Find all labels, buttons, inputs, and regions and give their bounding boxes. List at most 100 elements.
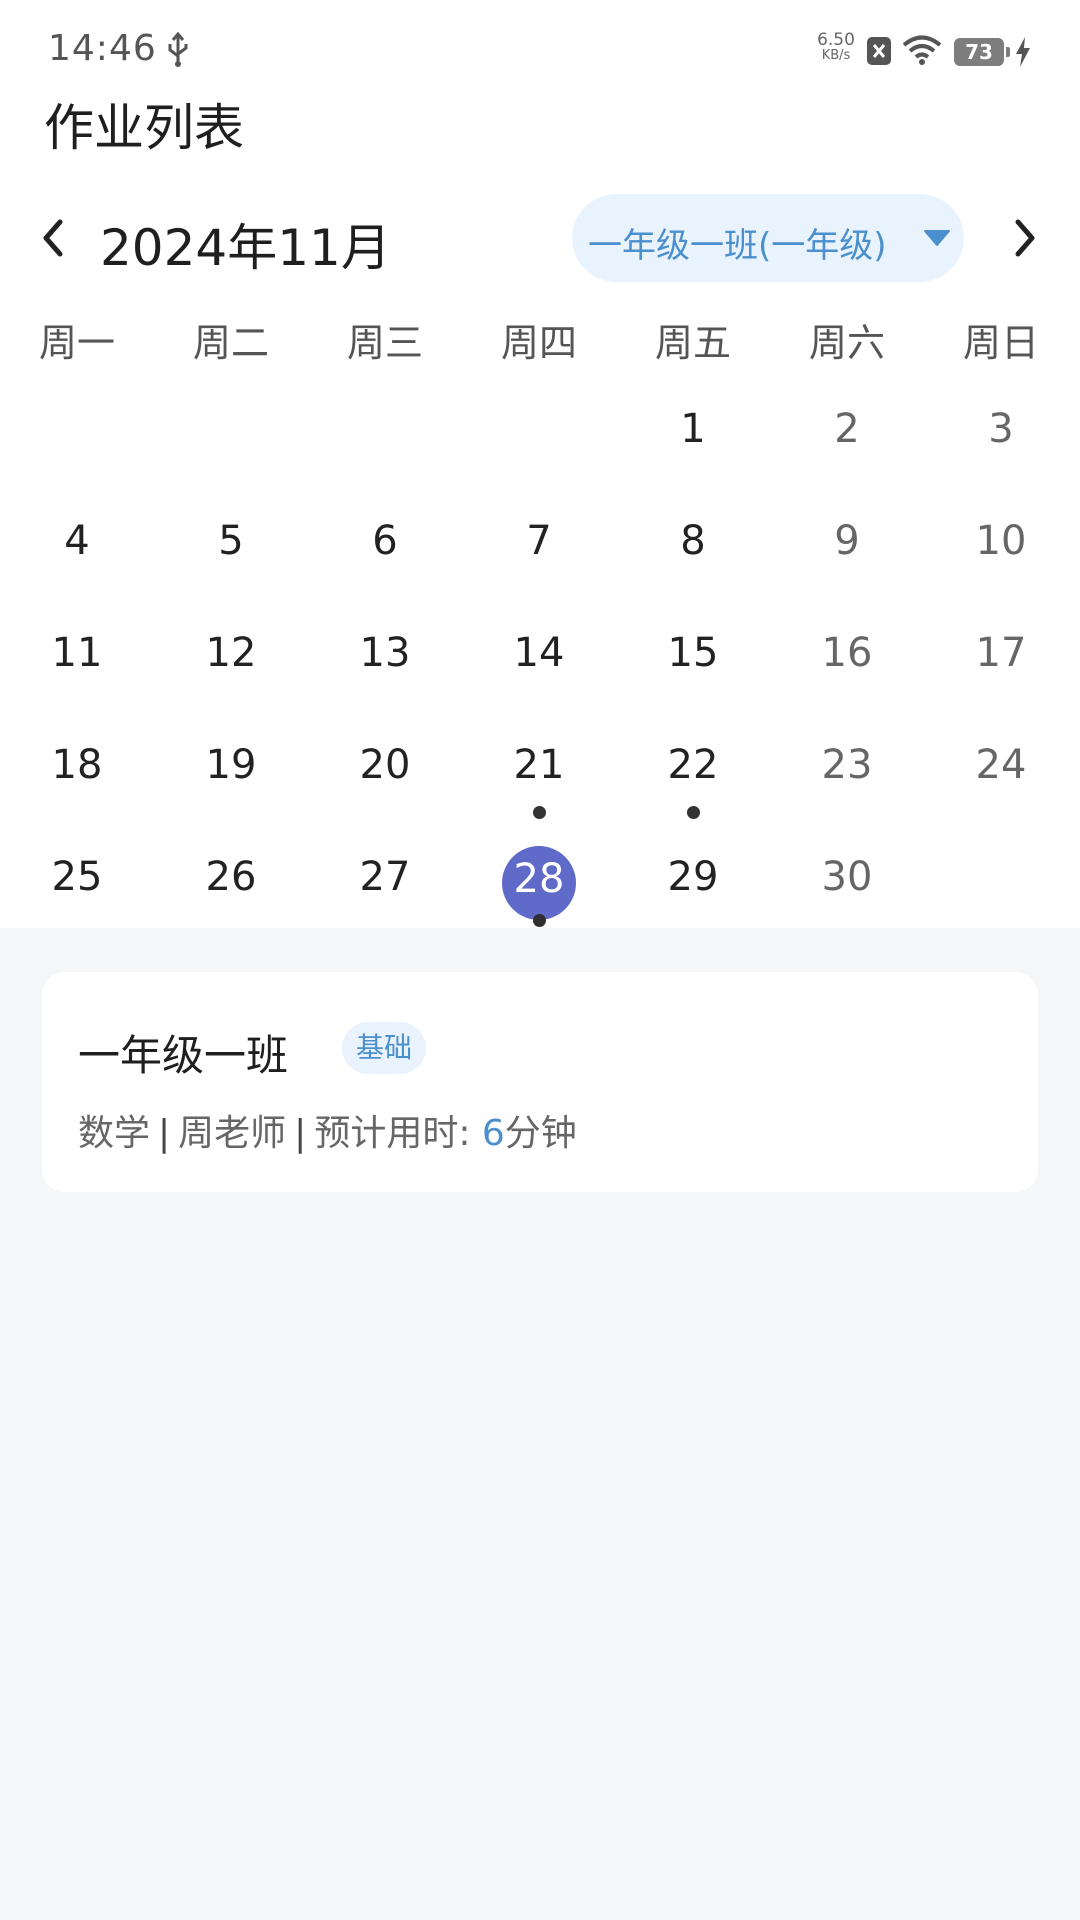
triangle-down-icon — [924, 230, 950, 246]
calendar-day-number: 30 — [821, 854, 873, 900]
calendar-day[interactable]: 19 — [154, 716, 308, 828]
sim-blocked-icon — [867, 37, 891, 65]
calendar-week-row: 18 19 20 21 22 23 24 — [0, 716, 1080, 828]
calendar-panel: 14:46 6.50 KB/s 73 作业列表 2024年11月 一年级一班(一… — [0, 0, 1080, 928]
homework-duration-value: 6 — [481, 1113, 505, 1154]
class-selector-label: 一年级一班(一年级) — [588, 226, 887, 266]
month-navigation: 2024年11月 一年级一班(一年级) — [0, 190, 1080, 286]
battery-level: 73 — [965, 40, 993, 64]
calendar-day[interactable]: 17 — [924, 604, 1078, 716]
homework-class-name: 一年级一班 — [78, 1031, 289, 1080]
calendar-day-number: 24 — [975, 742, 1027, 788]
calendar-day[interactable]: 7 — [462, 492, 616, 604]
calendar-day[interactable]: 5 — [154, 492, 308, 604]
calendar-day-number: 4 — [64, 518, 90, 564]
calendar-day[interactable]: 25 — [0, 828, 154, 940]
calendar-week-row: 1 2 3 — [0, 380, 1080, 492]
calendar-day-number: 16 — [821, 630, 873, 676]
homework-indicator-dot — [533, 806, 546, 819]
calendar-empty-cell — [924, 828, 1078, 940]
calendar-day[interactable]: 8 — [616, 492, 770, 604]
calendar-day-number: 2 — [834, 406, 860, 452]
calendar-day-number: 6 — [372, 518, 398, 564]
homework-duration-label: 预计用时: — [314, 1113, 482, 1154]
calendar-day[interactable]: 14 — [462, 604, 616, 716]
calendar-day[interactable]: 9 — [770, 492, 924, 604]
calendar-day[interactable]: 24 — [924, 716, 1078, 828]
homework-indicator-dot — [687, 806, 700, 819]
calendar-day-number: 22 — [667, 742, 719, 788]
calendar-day-number: 10 — [975, 518, 1027, 564]
charging-icon — [1016, 37, 1030, 67]
homework-teacher: 周老师 — [178, 1113, 287, 1154]
net-speed-value: 6.50 — [817, 30, 855, 50]
calendar-day[interactable]: 10 — [924, 492, 1078, 604]
calendar-day[interactable]: 3 — [924, 380, 1078, 492]
calendar-day[interactable]: 12 — [154, 604, 308, 716]
wifi-icon — [902, 35, 942, 65]
calendar-day[interactable]: 1 — [616, 380, 770, 492]
calendar-day-number: 20 — [359, 742, 411, 788]
homework-list-screen: 14:46 6.50 KB/s 73 作业列表 2024年11月 一年级一班(一… — [0, 0, 1080, 1920]
calendar-empty-cell — [308, 380, 462, 492]
homework-level-badge: 基础 — [342, 1022, 427, 1074]
weekday-label: 周一 — [38, 321, 115, 365]
weekday-label: 周三 — [346, 321, 423, 365]
calendar-day[interactable]: 20 — [308, 716, 462, 828]
calendar-day[interactable]: 27 — [308, 828, 462, 940]
calendar-day-number: 13 — [359, 630, 411, 676]
calendar-day[interactable]: 23 — [770, 716, 924, 828]
calendar-week-row: 4 5 6 7 8 9 10 — [0, 492, 1080, 604]
calendar-day-number: 18 — [51, 742, 103, 788]
calendar-day-number: 19 — [205, 742, 257, 788]
net-speed-indicator: 6.50 KB/s — [810, 32, 862, 64]
net-speed-unit: KB/s — [821, 48, 851, 63]
calendar-day-number: 27 — [359, 854, 411, 900]
calendar-day-number: 15 — [667, 630, 719, 676]
calendar-day[interactable]: 29 — [616, 828, 770, 940]
calendar-day[interactable]: 11 — [0, 604, 154, 716]
class-selector-dropdown[interactable]: 一年级一班(一年级) — [572, 194, 964, 282]
calendar-day[interactable]: 21 — [462, 716, 616, 828]
calendar-day-number: 12 — [205, 630, 257, 676]
separator: | — [294, 1113, 307, 1154]
calendar-day-number: 29 — [667, 854, 719, 900]
calendar-week-row: 11 12 13 14 15 16 17 — [0, 604, 1080, 716]
calendar-day-number: 28 — [513, 856, 565, 902]
calendar-day[interactable]: 18 — [0, 716, 154, 828]
weekday-label: 周日 — [962, 321, 1039, 365]
calendar-day-number: 5 — [218, 518, 244, 564]
weekday-header: 周一 周二 周三 周四 周五 周六 周日 — [0, 312, 1080, 368]
prev-month-button[interactable] — [26, 208, 82, 268]
calendar-day-number: 1 — [680, 406, 706, 452]
calendar-grid: 1 2 3 4 5 6 7 8 9 10 11 12 13 14 15 16 17 18 19 20 21 22 23 24 2… — [0, 380, 1080, 940]
weekday-label: 周五 — [654, 321, 731, 365]
homework-card[interactable]: 一年级一班 基础 数学 | 周老师 | 预计用时: 6分钟 — [42, 972, 1038, 1192]
calendar-empty-cell — [154, 380, 308, 492]
next-month-button[interactable] — [996, 208, 1052, 268]
calendar-day[interactable]: 2 — [770, 380, 924, 492]
calendar-day-number: 26 — [205, 854, 257, 900]
calendar-day-number: 9 — [834, 518, 860, 564]
calendar-day-number: 8 — [680, 518, 706, 564]
weekday-label: 周六 — [808, 321, 885, 365]
calendar-day-selected[interactable]: 28 — [462, 828, 616, 940]
calendar-day-number: 17 — [975, 630, 1027, 676]
homework-duration-unit: 分钟 — [504, 1113, 577, 1154]
calendar-day[interactable]: 30 — [770, 828, 924, 940]
month-label: 2024年11月 — [100, 219, 391, 277]
calendar-day-number: 7 — [526, 518, 552, 564]
calendar-day[interactable]: 22 — [616, 716, 770, 828]
calendar-day[interactable]: 26 — [154, 828, 308, 940]
calendar-day[interactable]: 16 — [770, 604, 924, 716]
battery-icon: 73 — [954, 38, 1010, 66]
calendar-empty-cell — [0, 380, 154, 492]
calendar-day-number: 14 — [513, 630, 565, 676]
calendar-week-row: 25 26 27 28 29 30 — [0, 828, 1080, 940]
calendar-day[interactable]: 15 — [616, 604, 770, 716]
calendar-day[interactable]: 13 — [308, 604, 462, 716]
calendar-day[interactable]: 4 — [0, 492, 154, 604]
calendar-day[interactable]: 6 — [308, 492, 462, 604]
status-bar: 14:46 6.50 KB/s 73 — [0, 0, 1080, 100]
calendar-day-number: 11 — [51, 630, 103, 676]
